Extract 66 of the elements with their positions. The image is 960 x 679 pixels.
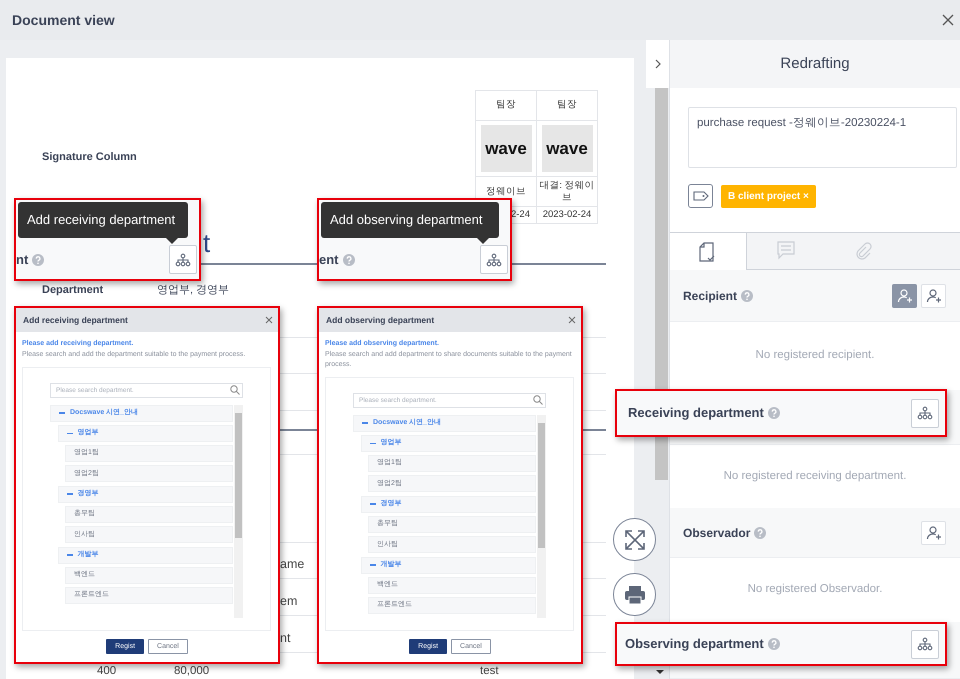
- table-header-cell-text: em: [280, 593, 298, 610]
- approver-title: 팀장: [476, 90, 536, 120]
- paperclip-icon: [854, 241, 872, 261]
- org-chart-button[interactable]: [480, 245, 508, 274]
- org-chart-icon: [175, 252, 191, 266]
- signature-stamp: wave: [542, 125, 592, 172]
- search-icon: [533, 395, 543, 405]
- close-icon[interactable]: [568, 316, 576, 324]
- close-icon[interactable]: [265, 316, 273, 324]
- dialog-title: Add observing department: [326, 314, 434, 326]
- org-chart-icon: [917, 406, 933, 420]
- tooltip: Add observing department: [321, 202, 499, 238]
- section-title: Observador: [683, 524, 750, 542]
- add-person-button[interactable]: [892, 284, 917, 308]
- chat-icon: [776, 241, 794, 261]
- printer-icon: [624, 584, 646, 604]
- section-title: Recipient: [683, 288, 738, 304]
- scroll-down-icon[interactable]: [656, 670, 664, 674]
- help-icon: [342, 254, 354, 266]
- help-icon: [754, 526, 766, 538]
- field-value: 영업부, 경영부: [157, 284, 230, 296]
- document-check-icon: [699, 242, 717, 262]
- signature-stamp: wave: [480, 125, 532, 172]
- signature-label: Signature Column: [42, 150, 137, 165]
- close-icon[interactable]: [942, 14, 954, 26]
- org-chart-icon: [486, 252, 502, 266]
- section-title: Observing department: [625, 635, 764, 654]
- add-person-icon: [926, 524, 942, 540]
- empty-message: No registered receiving department.: [724, 468, 906, 484]
- add-person-icon: [896, 288, 912, 304]
- org-chart-button[interactable]: [911, 398, 939, 428]
- org-chart-button[interactable]: [169, 245, 197, 274]
- table-header-cell-text: ame: [280, 556, 304, 573]
- add-person-icon: [926, 288, 942, 304]
- search-icon: [230, 385, 240, 395]
- table-cell: 400: [97, 666, 116, 678]
- tag-icon: [692, 191, 708, 201]
- table-cell: 80,000: [174, 666, 210, 678]
- dialog-title: Add receiving department: [23, 314, 128, 326]
- tree-scrollbar[interactable]: [537, 414, 546, 618]
- chevron-right-icon: [654, 59, 660, 69]
- window-title: Document view: [12, 10, 115, 30]
- section-title: Receiving department: [628, 404, 764, 422]
- help-icon: [768, 407, 780, 419]
- help-icon: [32, 254, 44, 266]
- subject-field[interactable]: purchase request -정웨이브-20230224-1: [688, 107, 957, 168]
- document-heading: t: [203, 230, 210, 256]
- org-chart-button[interactable]: [911, 630, 939, 658]
- approver-title: 팀장: [536, 90, 598, 120]
- table-header-cell-text: nt: [280, 630, 290, 647]
- approver-name: 대결: 정웨이브: [536, 176, 598, 206]
- section-title: ent: [319, 250, 338, 269]
- tooltip: Add receiving department: [18, 202, 188, 238]
- help-icon: [768, 638, 780, 650]
- empty-message: No registered Observador.: [748, 582, 882, 598]
- field-label: Department: [42, 284, 104, 296]
- expand-arrows-icon: [624, 528, 646, 550]
- section-title: nt: [16, 250, 28, 269]
- empty-message: No registered recipient.: [756, 348, 874, 364]
- org-chart-icon: [917, 637, 933, 651]
- table-cell: test: [480, 666, 499, 678]
- approval-date: 2023-02-24: [536, 206, 598, 224]
- tree-scrollbar[interactable]: [234, 404, 243, 618]
- panel-title: Redrafting: [670, 40, 960, 88]
- help-icon: [741, 290, 754, 302]
- tag-button[interactable]: [688, 184, 713, 208]
